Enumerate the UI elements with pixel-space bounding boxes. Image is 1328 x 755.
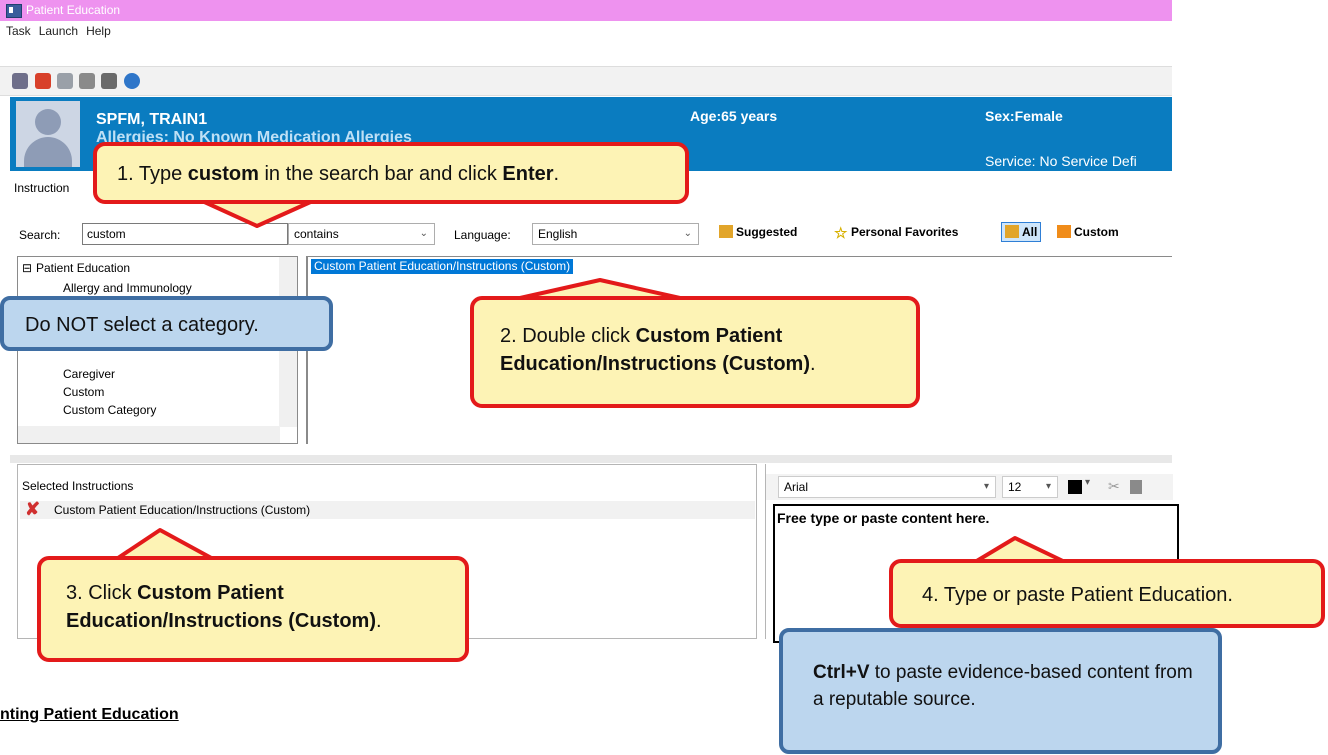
- callout-step-3: 3. Click Custom Patient Education/Instru…: [37, 556, 469, 662]
- callout-1-text-mid: in the search bar and click: [258, 163, 503, 185]
- callout-step-1: 1. Type custom in the search bar and cli…: [93, 142, 689, 204]
- note-bold-ctrlv: Ctrl+V: [813, 662, 870, 683]
- callout-3-text-end: .: [376, 610, 382, 632]
- callout-1-bold-enter: Enter: [502, 163, 554, 185]
- callout-2-text-end: .: [810, 353, 816, 375]
- note-paste-text: to paste evidence-based content from a r…: [813, 662, 1193, 710]
- note-ctrl-v-paste: Ctrl+V to paste evidence-based content f…: [779, 628, 1222, 754]
- callout-1-text: 1. Type: [117, 163, 188, 185]
- callout-1-bold-custom: custom: [187, 163, 259, 185]
- callout-2-text: 2. Double click: [500, 325, 636, 347]
- callout-step-2: 2. Double click Custom Patient Education…: [470, 296, 920, 408]
- callout-3-text: 3. Click: [66, 582, 138, 604]
- note-do-not-select-category: Do NOT select a category.: [0, 296, 333, 351]
- callout-1-text-end: .: [553, 163, 560, 185]
- callout-step-4: 4. Type or paste Patient Education.: [889, 559, 1325, 628]
